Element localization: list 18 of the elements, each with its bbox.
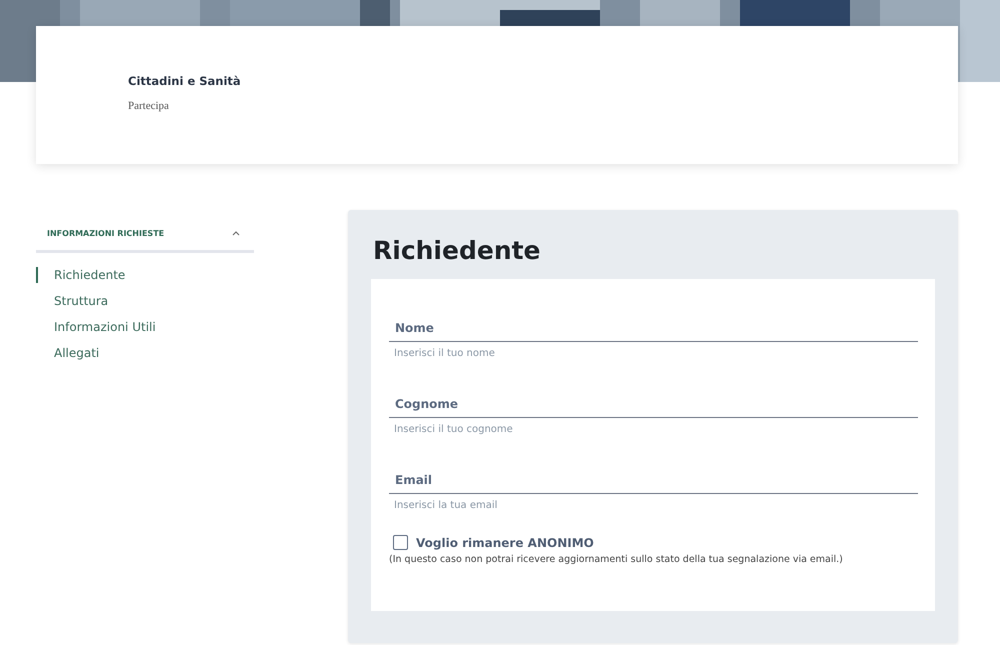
hint-text: Inserisci il tuo nome <box>394 348 495 359</box>
note-text: (In questo caso non potrai ricevere aggiornamenti sullo stato della tua segnalazione via email.) <box>389 554 843 565</box>
page-title: Cittadini e Sanità <box>128 74 241 88</box>
page-subtitle: Partecipa <box>128 100 169 112</box>
input-field[interactable]: Email <box>389 461 918 494</box>
sidebar-link[interactable]: Richiedente <box>36 267 126 283</box>
hint-text: Inserisci la tua email <box>394 500 498 511</box>
input-field[interactable]: Nome <box>389 309 918 342</box>
checkbox-label[interactable]: Voglio rimanere ANONIMO <box>416 536 594 550</box>
input-field[interactable]: Cognome <box>389 385 918 418</box>
checkbox[interactable] <box>393 535 408 550</box>
section-title: Richiedente <box>373 236 541 265</box>
sidebar-link[interactable]: Informazioni Utili <box>36 319 156 335</box>
sidebar-link[interactable]: Allegati <box>36 345 100 361</box>
hint-text: Inserisci il tuo cognome <box>394 424 513 435</box>
section-toggle[interactable]: INFORMAZIONI RICHIESTE <box>36 226 254 253</box>
caret-icon <box>232 231 240 236</box>
sidebar-link[interactable]: Struttura <box>36 293 108 309</box>
